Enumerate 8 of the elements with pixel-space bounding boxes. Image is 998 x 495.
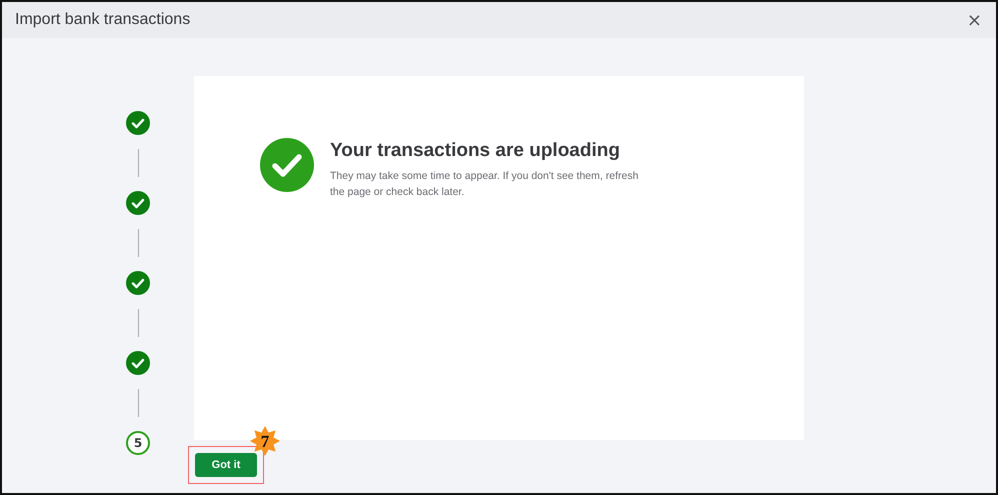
success-heading: Your transactions are uploading <box>330 140 621 162</box>
close-button[interactable]: × <box>964 10 984 30</box>
got-it-button[interactable]: Got it <box>195 453 257 477</box>
step-number: 5 <box>126 431 150 455</box>
callout-badge: 7 <box>250 426 280 456</box>
dialog-title: Import bank transactions <box>15 11 190 29</box>
success-check-icon <box>260 138 314 192</box>
success-message: They may take some time to appear. If you don't see them, refresh the page or check back later. <box>330 169 640 200</box>
